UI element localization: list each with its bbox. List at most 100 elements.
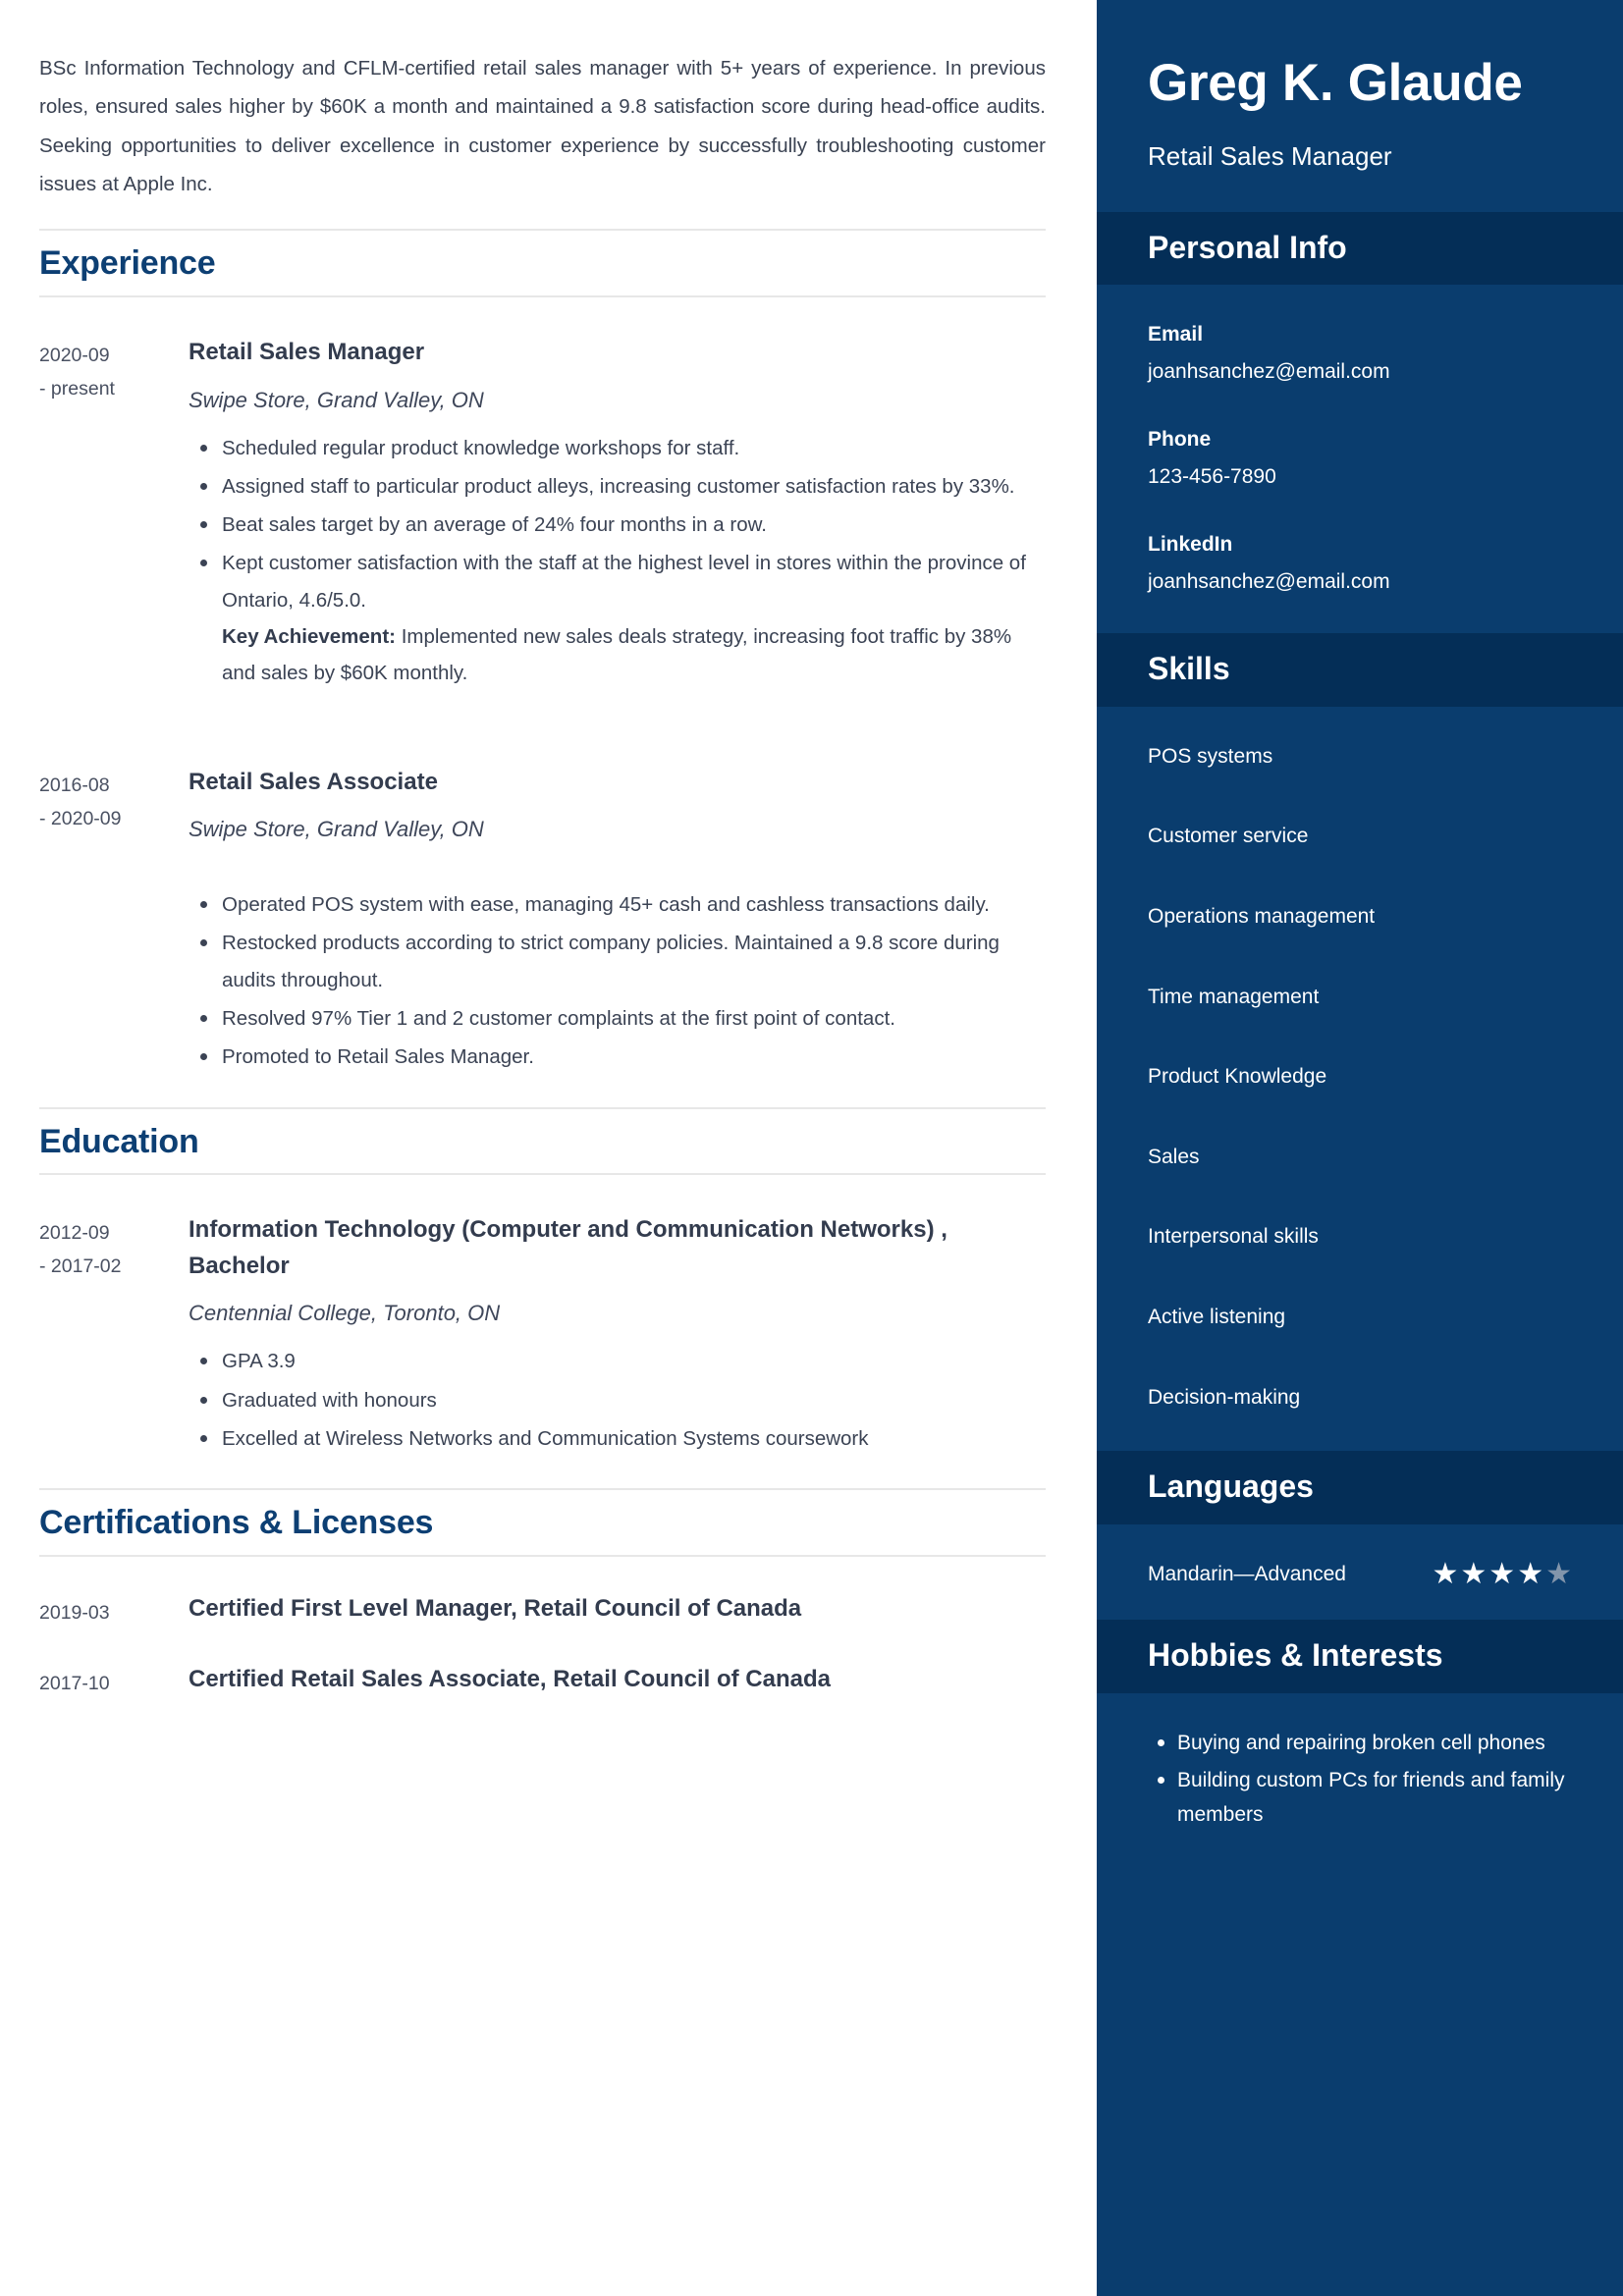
certification-body: Certified Retail Sales Associate, Retail… — [185, 1663, 1046, 1696]
skills-body: POS systems Customer service Operations … — [1097, 707, 1623, 1451]
experience-section-header: Experience — [39, 229, 1046, 298]
star-filled-icon: ★ — [1432, 1557, 1459, 1590]
list-item-text: Kept customer satisfaction with the staf… — [222, 552, 1026, 612]
list-item: Building custom PCs for friends and fami… — [1148, 1764, 1572, 1833]
contact-label-phone: Phone — [1148, 428, 1212, 452]
certification-title: Certified First Level Manager, Retail Co… — [189, 1594, 802, 1622]
list-item: GPA 3.9 — [189, 1343, 1046, 1379]
date-start: 2016-08 — [39, 774, 110, 796]
list-item: Active listening — [1148, 1306, 1286, 1329]
sidebar-header-languages: Languages — [1097, 1451, 1623, 1524]
experience-entry-body: Retail Sales Associate Swipe Store, Gran… — [185, 765, 1046, 1078]
list-item: POS systems — [1148, 744, 1273, 768]
job-bullet-list: Scheduled regular product knowledge work… — [189, 430, 1046, 692]
education-entry: 2012-09 - 2017-02 Information Technology… — [39, 1183, 1046, 1467]
date-start: 2012-09 — [39, 1222, 110, 1245]
contact-label-email: Email — [1148, 322, 1204, 346]
certification-date: 2017-10 — [39, 1672, 110, 1694]
job-title: Retail Sales Associate — [189, 768, 438, 795]
school-name: Centennial College, Toronto, ON — [189, 1301, 501, 1326]
hobbies-body: Buying and repairing broken cell phones … — [1097, 1693, 1623, 1867]
date-start: 2020-09 — [39, 345, 110, 367]
experience-entry: 2016-08 - 2020-09 Retail Sales Associate… — [39, 735, 1046, 1086]
sidebar-column: Greg K. Glaude Retail Sales Manager Pers… — [1097, 0, 1623, 2296]
section-title-education: Education — [39, 1122, 199, 1160]
date-end: - present — [39, 378, 115, 400]
list-item: Kept customer satisfaction with the staf… — [189, 545, 1046, 691]
list-item: Buying and repairing broken cell phones — [1148, 1727, 1572, 1761]
star-filled-icon: ★ — [1488, 1557, 1516, 1590]
date-end: - 2020-09 — [39, 807, 122, 829]
experience-entry-dates: 2020-09 - present — [39, 335, 185, 405]
date-end: - 2017-02 — [39, 1255, 122, 1278]
list-item: Product Knowledge — [1148, 1065, 1327, 1089]
contact-item-linkedin: LinkedIn joanhsanchez@email.com — [1148, 528, 1572, 598]
sidebar-title-languages: Languages — [1148, 1468, 1314, 1505]
experience-section: Experience 2020-09 - present Retail Sale… — [39, 229, 1046, 1085]
certification-date: 2019-03 — [39, 1601, 110, 1624]
degree-title: Information Technology (Computer and Com… — [189, 1216, 947, 1279]
experience-entry-body: Retail Sales Manager Swipe Store, Grand … — [185, 335, 1046, 694]
certifications-section-header: Certifications & Licenses — [39, 1488, 1046, 1557]
education-entry-body: Information Technology (Computer and Com… — [185, 1212, 1046, 1459]
star-empty-icon: ★ — [1545, 1557, 1572, 1590]
key-achievement-label: Key Achievement: — [222, 625, 396, 649]
list-item: Customer service — [1148, 825, 1309, 848]
certifications-section: Certifications & Licenses 2019-03 Certif… — [39, 1488, 1046, 1706]
sidebar-header-personal-info: Personal Info — [1097, 211, 1623, 285]
sidebar-header-skills: Skills — [1097, 633, 1623, 707]
certification-title: Certified Retail Sales Associate, Retail… — [189, 1665, 831, 1692]
list-item: Assigned staff to particular product all… — [189, 468, 1046, 505]
contact-item-email: Email joanhsanchez@email.com — [1148, 318, 1572, 388]
language-name: Mandarin—Advanced — [1148, 1562, 1346, 1585]
sidebar-title-skills: Skills — [1148, 651, 1230, 687]
list-item: Sales — [1148, 1145, 1200, 1168]
key-achievement: Key Achievement: Implemented new sales d… — [222, 618, 1046, 692]
list-item: Restocked products according to strict c… — [189, 925, 1046, 998]
contact-value-linkedin[interactable]: joanhsanchez@email.com — [1148, 565, 1572, 599]
languages-body: Mandarin—Advanced ★ ★ ★ ★ ★ — [1097, 1524, 1623, 1621]
contact-label-linkedin: LinkedIn — [1148, 533, 1233, 557]
list-item: Promoted to Retail Sales Manager. — [189, 1039, 1046, 1075]
bullet-spacer — [189, 855, 1046, 873]
list-item: Excelled at Wireless Networks and Commun… — [189, 1420, 1046, 1457]
certification-entry: 2017-10 Certified Retail Sales Associate… — [39, 1635, 1046, 1706]
contact-value-phone[interactable]: 123-456-7890 — [1148, 460, 1572, 494]
job-employer: Swipe Store, Grand Valley, ON — [189, 817, 484, 842]
list-item: Resolved 97% Tier 1 and 2 customer compl… — [189, 1000, 1046, 1037]
list-item: Decision-making — [1148, 1385, 1301, 1409]
page-title: Greg K. Glaude — [1148, 54, 1523, 112]
sidebar-title-hobbies: Hobbies & Interests — [1148, 1637, 1443, 1674]
experience-entry: 2020-09 - present Retail Sales Manager S… — [39, 305, 1046, 702]
list-item: Beat sales target by an average of 24% f… — [189, 507, 1046, 543]
language-item: Mandarin—Advanced ★ ★ ★ ★ ★ — [1148, 1558, 1572, 1591]
list-item: Scheduled regular product knowledge work… — [189, 430, 1046, 466]
main-content-column: BSc Information Technology and CFLM-cert… — [0, 0, 1097, 2296]
sidebar-identity-block: Greg K. Glaude Retail Sales Manager — [1097, 0, 1623, 212]
section-title-certifications: Certifications & Licenses — [39, 1504, 434, 1542]
contact-value-email[interactable]: joanhsanchez@email.com — [1148, 355, 1572, 389]
section-title-experience: Experience — [39, 244, 216, 283]
language-rating-stars: ★ ★ ★ ★ ★ — [1432, 1558, 1572, 1589]
list-item: Operations management — [1148, 905, 1376, 929]
list-item: Operated POS system with ease, managing … — [189, 886, 1046, 923]
hobbies-list: Buying and repairing broken cell phones … — [1148, 1727, 1572, 1834]
contact-item-phone: Phone 123-456-7890 — [1148, 423, 1572, 493]
candidate-job-title: Retail Sales Manager — [1148, 141, 1392, 172]
list-item: Time management — [1148, 985, 1320, 1008]
personal-info-body: Email joanhsanchez@email.com Phone 123-4… — [1097, 285, 1623, 634]
education-bullet-list: GPA 3.9 Graduated with honours Excelled … — [189, 1343, 1046, 1457]
resume-document: BSc Information Technology and CFLM-cert… — [0, 0, 1623, 2296]
star-filled-icon: ★ — [1460, 1557, 1488, 1590]
star-filled-icon: ★ — [1517, 1557, 1544, 1590]
professional-summary: BSc Information Technology and CFLM-cert… — [39, 57, 1046, 196]
job-bullet-list: Operated POS system with ease, managing … — [189, 886, 1046, 1075]
entry-spacer — [39, 702, 1046, 735]
education-entry-dates: 2012-09 - 2017-02 — [39, 1212, 185, 1283]
list-item: Graduated with honours — [189, 1382, 1046, 1418]
job-employer: Swipe Store, Grand Valley, ON — [189, 387, 484, 412]
experience-entry-dates: 2016-08 - 2020-09 — [39, 765, 185, 835]
certification-entry: 2019-03 Certified First Level Manager, R… — [39, 1565, 1046, 1635]
certification-body: Certified First Level Manager, Retail Co… — [185, 1592, 1046, 1626]
